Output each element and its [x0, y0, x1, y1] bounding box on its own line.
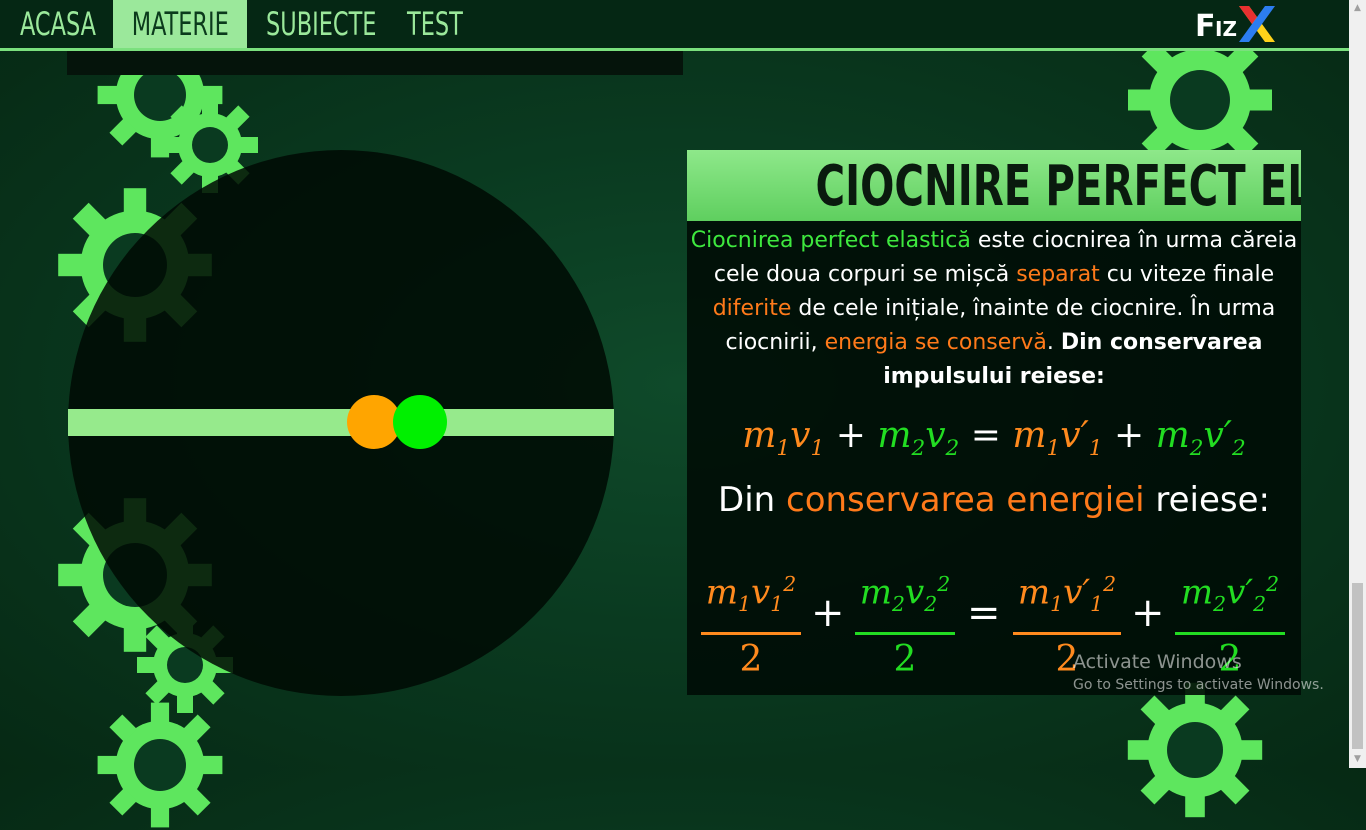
- scrollbar-thumb[interactable]: [1352, 583, 1363, 749]
- term-energia: energia se conservă: [824, 330, 1047, 355]
- info-panel: CIOCNIRE PERFECT ELASTICĂ Ciocnirea perf…: [687, 150, 1301, 695]
- nav-item-test[interactable]: TEST: [407, 0, 463, 48]
- watermark-line2: Go to Settings to activate Windows.: [1073, 677, 1324, 693]
- nav-item-acasa[interactable]: ACASA: [20, 0, 96, 48]
- vertical-scrollbar[interactable]: ▲ ▼: [1349, 0, 1366, 768]
- term-ciocnirea: Ciocnirea perfect elastică: [690, 228, 971, 253]
- plus-sign: +: [811, 590, 845, 636]
- nav-item-materie[interactable]: MATERIE: [113, 0, 247, 48]
- equals-sign: =: [967, 590, 1001, 636]
- scroll-up-icon[interactable]: ▲: [1349, 0, 1366, 17]
- fraction-term: m1v12 2: [701, 560, 801, 685]
- nav-item-materie-label: MATERIE: [131, 5, 229, 43]
- top-navigation: ACASA MATERIE SUBIECTE TEST F IZ: [0, 0, 1349, 51]
- collision-track: [68, 409, 614, 436]
- panel-title-text: CIOCNIRE PERFECT ELASTICĂ: [815, 154, 1301, 219]
- watermark-line1: Activate Windows: [1073, 651, 1242, 673]
- desc-text: .: [1046, 330, 1061, 355]
- nav-item-subiecte[interactable]: SUBIECTE: [266, 0, 376, 48]
- energy-heading-b: conservarea energiei: [786, 480, 1145, 520]
- momentum-equation: m1v1 + m2v2 = m1v′1 + m2v′2: [742, 415, 1246, 462]
- ball-green[interactable]: [393, 395, 447, 449]
- scroll-down-icon[interactable]: ▼: [1349, 751, 1366, 768]
- svg-text:IZ: IZ: [1215, 17, 1237, 41]
- energy-heading: Din conservarea energiei reiese:: [687, 480, 1301, 520]
- term-diferite: diferite: [712, 296, 792, 321]
- panel-description: Ciocnirea perfect elastică este ciocnire…: [687, 224, 1301, 394]
- energy-heading-a: Din: [718, 480, 786, 520]
- energy-heading-c: reiese:: [1144, 480, 1270, 520]
- svg-text:F: F: [1195, 9, 1216, 44]
- fraction-term: m2v22 2: [855, 560, 955, 685]
- desc-text: cu viteze finale: [1099, 262, 1275, 287]
- gear-decoration-icon: [95, 700, 225, 830]
- gear-decoration-icon: [1125, 680, 1265, 820]
- content-strip: [67, 51, 683, 75]
- fizx-logo[interactable]: F IZ: [1195, 2, 1277, 44]
- plus-sign: +: [1131, 590, 1165, 636]
- windows-activation-watermark: Activate Windows Go to Settings to activ…: [1073, 650, 1324, 696]
- term-separat: separat: [1016, 262, 1100, 287]
- panel-title: CIOCNIRE PERFECT ELASTICĂ: [687, 150, 1301, 221]
